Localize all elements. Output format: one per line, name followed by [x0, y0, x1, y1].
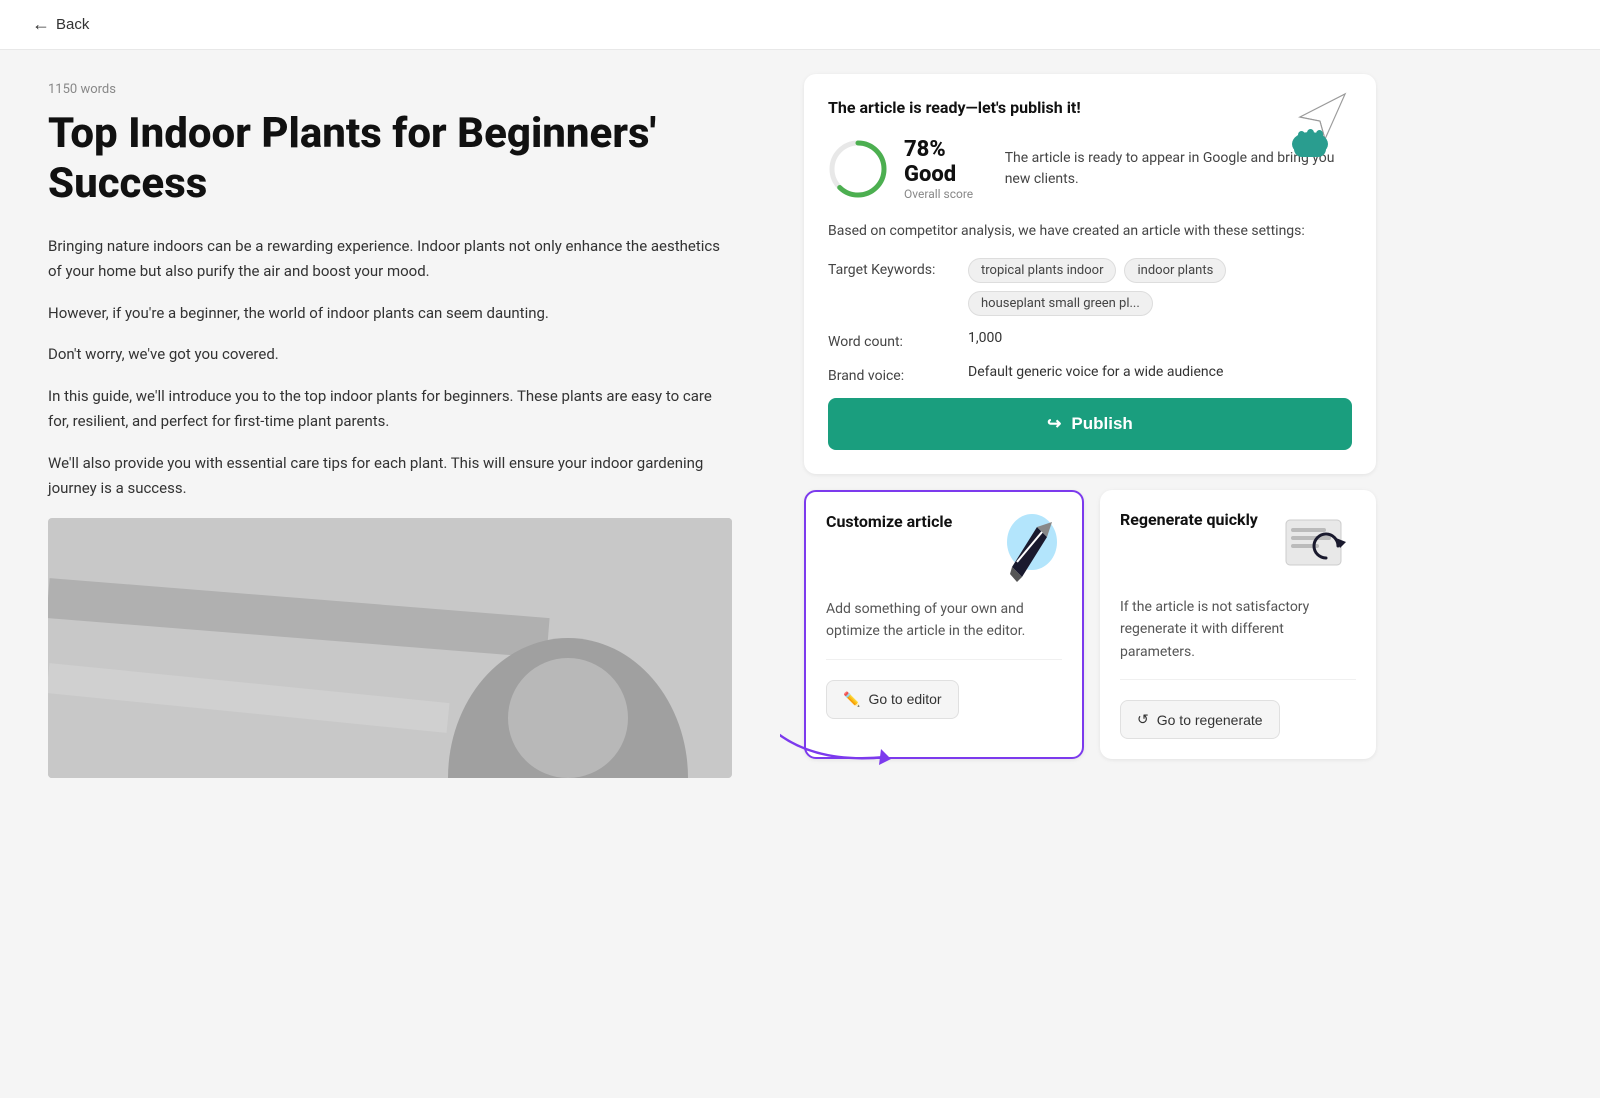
score-circle — [828, 139, 888, 199]
editor-icon: ✏️ — [843, 691, 860, 708]
word-count: 1150 words — [48, 82, 732, 97]
keyword-tag-3: houseplant small green pl... — [968, 291, 1153, 316]
go-to-editor-label: Go to editor — [868, 691, 941, 707]
score-info: 78% Good Overall score — [904, 137, 989, 201]
customize-card: Customize article Add something of your … — [804, 490, 1084, 759]
customize-card-title: Customize article — [826, 512, 952, 533]
word-count-row: Word count: 1,000 — [828, 330, 1352, 350]
go-to-editor-button[interactable]: ✏️ Go to editor — [826, 680, 959, 719]
settings-intro: Based on competitor analysis, we have cr… — [828, 221, 1352, 242]
article-paragraph-3: Don't worry, we've got you covered. — [48, 342, 732, 368]
regenerate-card-body: If the article is not satisfactory regen… — [1120, 596, 1356, 680]
go-to-regenerate-button[interactable]: ↺ Go to regenerate — [1120, 700, 1280, 739]
word-count-value: 1,000 — [968, 330, 1002, 346]
article-body: Bringing nature indoors can be a rewardi… — [48, 234, 732, 502]
customize-card-body: Add something of your own and optimize t… — [826, 598, 1062, 660]
back-label: Back — [56, 16, 89, 33]
brand-voice-value: Default generic voice for a wide audienc… — [968, 364, 1223, 380]
keyword-tag-2: indoor plants — [1124, 258, 1226, 283]
publish-label: Publish — [1071, 414, 1132, 434]
score-card: The article is ready—let's publish it! 7… — [804, 74, 1376, 474]
publish-icon: ↪ — [1047, 414, 1061, 434]
regenerate-card: Regenerate quickly If the article is not… — [1100, 490, 1376, 759]
regenerate-card-top: Regenerate quickly — [1120, 510, 1356, 580]
regenerate-card-title: Regenerate quickly — [1120, 510, 1258, 531]
customize-card-top: Customize article — [826, 512, 1062, 582]
article-paragraph-5: We'll also provide you with essential ca… — [48, 451, 732, 502]
article-title: Top Indoor Plants for Beginners' Success — [48, 109, 732, 210]
keywords-value: tropical plants indoor indoor plants hou… — [968, 258, 1352, 316]
keywords-label: Target Keywords: — [828, 258, 968, 278]
back-arrow-icon: ← — [32, 14, 50, 35]
brand-voice-label: Brand voice: — [828, 364, 968, 384]
article-paragraph-2: However, if you're a beginner, the world… — [48, 301, 732, 327]
main-layout: 1150 words Top Indoor Plants for Beginne… — [0, 50, 1600, 1095]
right-panel: The article is ready—let's publish it! 7… — [780, 50, 1400, 1095]
score-number: 78% Good — [904, 137, 989, 187]
word-count-label: Word count: — [828, 330, 968, 350]
back-button[interactable]: ← Back — [32, 14, 89, 35]
publish-button[interactable]: ↪ Publish — [828, 398, 1352, 450]
score-sublabel: Overall score — [904, 187, 989, 201]
customize-illustration — [982, 512, 1062, 582]
article-paragraph-4: In this guide, we'll introduce you to th… — [48, 384, 732, 435]
keywords-row: Target Keywords: tropical plants indoor … — [828, 258, 1352, 316]
page-header: ← Back — [0, 0, 1600, 50]
article-panel: 1150 words Top Indoor Plants for Beginne… — [0, 50, 780, 1095]
brand-voice-row: Brand voice: Default generic voice for a… — [828, 364, 1352, 384]
keyword-tag-1: tropical plants indoor — [968, 258, 1116, 283]
regenerate-icon: ↺ — [1137, 711, 1149, 728]
paper-plane-icon — [1270, 84, 1360, 164]
bottom-cards: Customize article Add something of your … — [804, 490, 1376, 759]
article-image — [48, 518, 732, 778]
go-to-regenerate-label: Go to regenerate — [1157, 712, 1263, 728]
article-paragraph-1: Bringing nature indoors can be a rewardi… — [48, 234, 732, 285]
regenerate-illustration — [1276, 510, 1356, 580]
